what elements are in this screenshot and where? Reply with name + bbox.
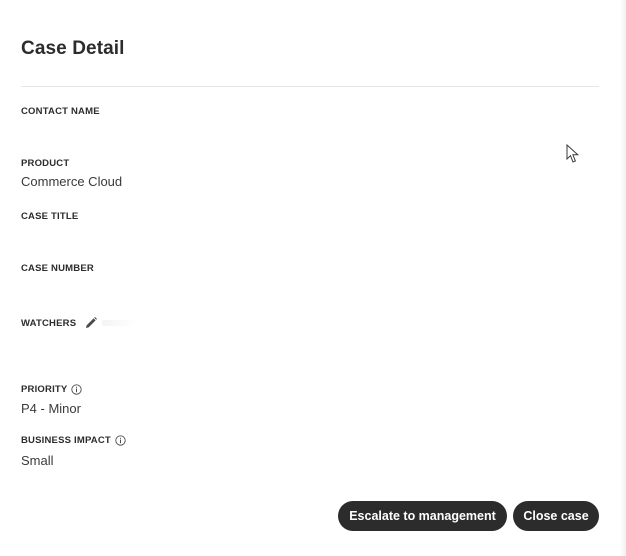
escalate-to-management-button[interactable]: Escalate to management <box>338 501 507 531</box>
close-case-button[interactable]: Close case <box>513 501 599 531</box>
product-label: PRODUCT <box>21 158 69 169</box>
product-value: Commerce Cloud <box>21 174 123 189</box>
watchers-placeholder <box>102 320 137 326</box>
case-title-label: CASE TITLE <box>21 211 78 222</box>
page-title: Case Detail <box>21 38 125 59</box>
contact-name-label: CONTACT NAME <box>21 106 100 117</box>
title-divider <box>21 86 599 87</box>
info-icon[interactable] <box>71 384 83 395</box>
panel-edge-shadow <box>620 0 626 556</box>
case-number-label: CASE NUMBER <box>21 263 94 274</box>
priority-value: P4 - Minor <box>21 401 81 416</box>
business-impact-label: BUSINESS IMPACT <box>21 435 126 446</box>
watchers-label-text: WATCHERS <box>21 317 77 329</box>
case-number-label-text: CASE NUMBER <box>21 263 94 274</box>
pencil-icon[interactable] <box>84 316 98 330</box>
info-icon[interactable] <box>115 435 126 446</box>
product-label-text: PRODUCT <box>21 158 70 169</box>
case-detail-panel: Case Detail CONTACT NAME PRODUCT Commerc… <box>0 0 626 556</box>
case-title-label-text: CASE TITLE <box>21 211 79 222</box>
watchers-label: WATCHERS <box>21 316 137 330</box>
priority-label-text: PRIORITY <box>21 384 68 395</box>
business-impact-value: Small <box>21 453 54 468</box>
mouse-cursor-icon <box>566 144 580 163</box>
business-impact-label-text: BUSINESS IMPACT <box>21 435 111 446</box>
priority-label: PRIORITY <box>21 384 83 395</box>
contact-name-label-text: CONTACT NAME <box>21 106 100 117</box>
